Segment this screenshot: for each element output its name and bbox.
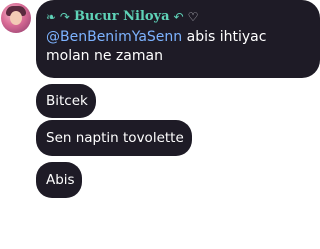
message-bubble-4[interactable]: Abis — [36, 162, 82, 198]
avatar[interactable] — [1, 3, 31, 33]
message-text: Bitcek — [46, 93, 88, 109]
heart-icon: ♡ — [187, 10, 199, 24]
sender-name-row[interactable]: ❧ ↷ Bucur Niloya ↶ ♡ — [46, 6, 310, 28]
user-mention-link[interactable]: @BenBenimYaSenn — [46, 29, 182, 45]
sender-leading-symbols: ❧ ↷ — [46, 10, 70, 24]
sender-trailing-symbol: ↶ — [173, 10, 184, 24]
message-bubble-1[interactable]: ❧ ↷ Bucur Niloya ↶ ♡ @BenBenimYaSenn abi… — [36, 0, 320, 78]
message-text: Abis — [46, 172, 75, 188]
message-bubble-2[interactable]: Bitcek — [36, 84, 96, 118]
message-text: Sen naptin tovolette — [46, 130, 184, 146]
avatar-face — [10, 11, 22, 25]
sender-name[interactable]: Bucur Niloya — [74, 8, 170, 26]
message-bubble-3[interactable]: Sen naptin tovolette — [36, 120, 192, 156]
message-text: @BenBenimYaSenn abis ihtiyac molan ne za… — [46, 28, 310, 66]
